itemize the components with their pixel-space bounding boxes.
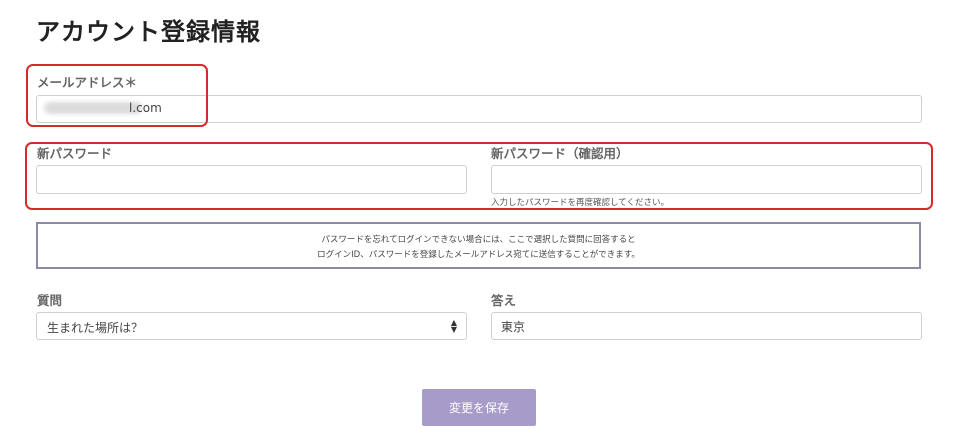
new-password-input[interactable] [36,165,467,194]
confirm-password-input[interactable] [491,165,922,194]
email-visible-text: l.com [129,101,162,115]
confirm-password-hint: 入力したパスワードを再度確認してください。 [491,198,669,208]
notice-line-1: パスワードを忘れてログインできない場合には、ここで選択した質問に回答すると [321,235,636,245]
notice-line-2: ログインID、パスワードを登録したメールアドレス宛てに送信することができます。 [317,250,640,260]
save-button[interactable]: 変更を保存 [422,389,536,426]
email-label: メールアドレス＊ [37,75,138,90]
email-redacted-blur [44,102,142,114]
answer-input[interactable] [491,312,922,340]
answer-value: 東京 [501,320,526,334]
page-title: アカウント登録情報 [36,18,261,46]
email-field[interactable] [36,95,922,123]
question-label: 質問 [37,293,63,308]
sort-arrows-icon: ▲ ▼ [450,318,457,334]
password-recovery-notice: パスワードを忘れてログインできない場合には、ここで選択した質問に回答すると ログ… [36,222,921,269]
answer-label: 答え [491,293,517,308]
question-selected-value: 生まれた場所は？ [47,321,144,335]
new-password-label: 新パスワード [37,146,113,161]
confirm-password-label: 新パスワード（確認用） [491,146,629,161]
question-select[interactable]: 生まれた場所は？ ▲ ▼ [36,312,467,340]
